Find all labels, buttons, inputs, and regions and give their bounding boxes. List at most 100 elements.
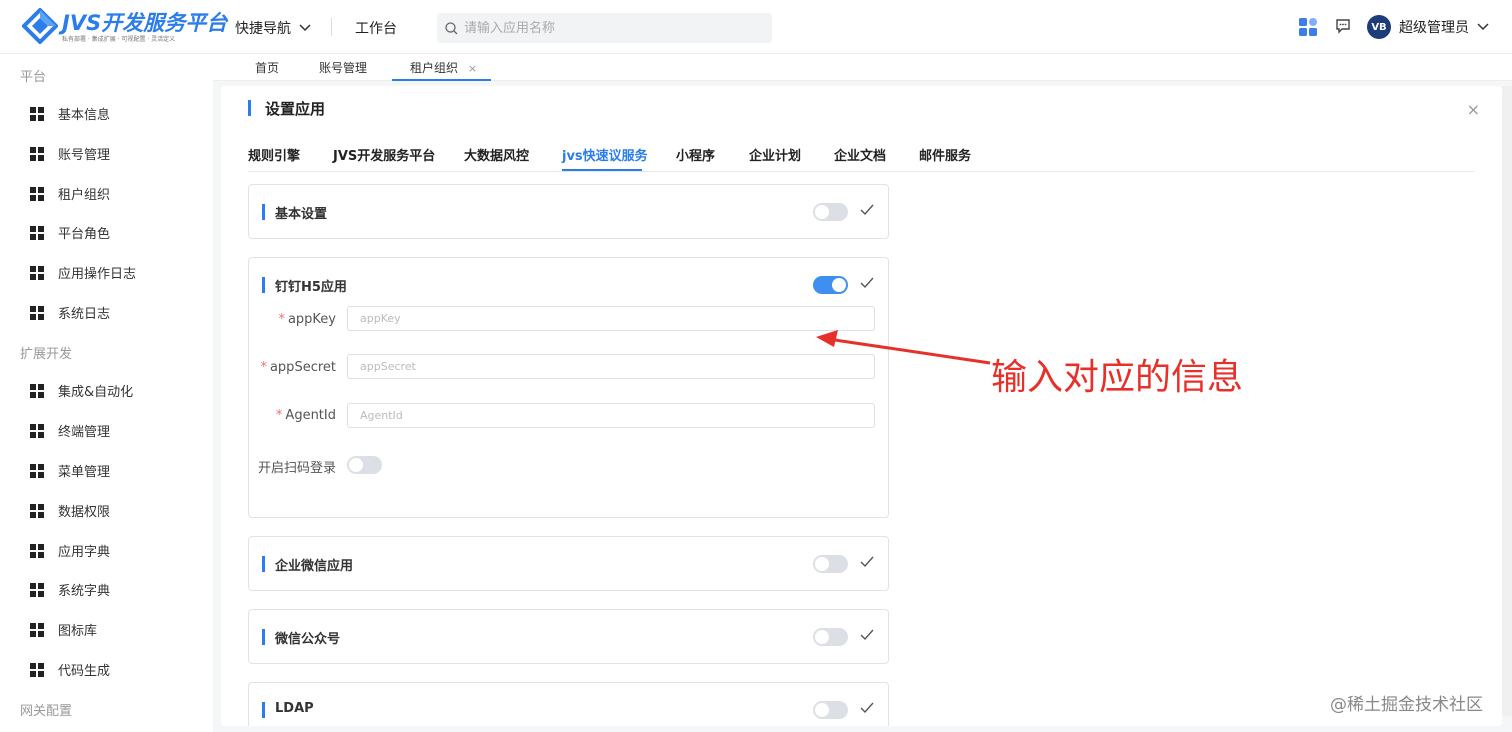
sidebar-item-icon-library[interactable]: 图标库	[30, 620, 97, 639]
sidebar-item-label: 平台角色	[58, 227, 111, 242]
agentid-input[interactable]	[347, 403, 875, 428]
tab-bigdata-risk[interactable]: 大数据风控	[464, 145, 529, 164]
sidebar-item-roles[interactable]: 平台角色	[30, 223, 110, 242]
tab-mini-program[interactable]: 小程序	[676, 145, 715, 164]
user-name: 超级管理员	[1399, 20, 1469, 36]
sidebar-item-label: 系统字典	[58, 584, 111, 599]
tab-rule-engine[interactable]: 规则引擎	[248, 145, 300, 164]
message-icon[interactable]	[1335, 18, 1351, 34]
scan-login-label: 开启扫码登录	[257, 461, 336, 476]
sidebar-item-label: 集成&自动化	[58, 385, 134, 400]
logo-diamond-icon	[22, 8, 58, 44]
sidebar-item-system-log[interactable]: 系统日志	[30, 303, 110, 322]
grid-icon	[30, 543, 44, 558]
sidebar-group-gateway: 网关配置	[20, 704, 73, 719]
tab-enterprise-docs[interactable]: 企业文档	[834, 145, 886, 164]
appkey-label: * appKey	[278, 312, 336, 327]
page-tab-tenant[interactable]: 租户组织 ×	[410, 59, 477, 76]
card-basic-settings: 基本设置	[248, 184, 889, 239]
sidebar-item-data-permission[interactable]: 数据权限	[30, 501, 110, 520]
check-icon[interactable]	[859, 554, 875, 570]
sidebar-item-integration[interactable]: 集成&自动化	[30, 381, 133, 400]
quick-nav-dropdown[interactable]: 快捷导航	[235, 18, 311, 38]
sidebar-item-app-dict[interactable]: 应用字典	[30, 541, 110, 560]
card-wecom: 企业微信应用	[248, 536, 889, 591]
card-title: LDAP	[275, 701, 314, 716]
annotation-arrow-icon	[816, 330, 991, 365]
apps-icon[interactable]	[1298, 17, 1318, 37]
card-accent-bar	[262, 556, 265, 572]
sidebar-item-tenant[interactable]: 租户组织	[30, 184, 110, 203]
tab-enterprise-plan[interactable]: 企业计划	[749, 145, 801, 164]
tab-mail-service[interactable]: 邮件服务	[919, 145, 971, 164]
workbench-link[interactable]: 工作台	[355, 18, 397, 38]
basic-settings-toggle[interactable]	[813, 203, 848, 221]
chevron-down-icon	[1477, 23, 1489, 31]
sidebar-item-account[interactable]: 账号管理	[30, 144, 110, 163]
sidebar-item-app-log[interactable]: 应用操作日志	[30, 263, 136, 282]
card-wechat-mp: 微信公众号	[248, 609, 889, 664]
sidebar-item-label: 终端管理	[58, 425, 111, 440]
appsecret-input[interactable]	[347, 354, 875, 379]
grid-icon	[30, 503, 44, 518]
logo-subtitle: 私有部署 · 集成扩展 · 可视配置 · 灵活定义	[62, 36, 176, 43]
sidebar-item-menu[interactable]: 菜单管理	[30, 461, 110, 480]
sidebar-item-label: 图标库	[58, 624, 98, 639]
sidebar-item-label: 菜单管理	[58, 465, 111, 480]
wecom-toggle[interactable]	[813, 555, 848, 573]
sidebar-item-codegen[interactable]: 代码生成	[30, 660, 110, 679]
scan-login-toggle[interactable]	[347, 456, 382, 474]
logo-title: JVS开发服务平台	[62, 11, 228, 35]
tab-jvs-meeting[interactable]: jvs快速议服务	[562, 145, 648, 164]
check-icon[interactable]	[859, 202, 875, 218]
app-search-input[interactable]	[464, 20, 764, 36]
page-tab-tenant-label: 租户组织	[410, 61, 459, 75]
card-title: 钉钉H5应用	[275, 280, 347, 295]
scrollbar[interactable]	[1502, 86, 1512, 716]
grid-icon	[30, 146, 44, 161]
card-ldap: LDAP	[248, 682, 889, 726]
service-tabs: 规则引擎 JVS开发服务平台 大数据风控 jvs快速议服务 小程序 企业计划 企…	[248, 145, 1474, 172]
page-tab-account[interactable]: 账号管理	[319, 59, 367, 76]
sidebar-item-label: 数据权限	[58, 505, 111, 520]
check-icon[interactable]	[859, 275, 875, 291]
sidebar: 平台 基本信息 账号管理 租户组织 平台角色 应用操作日志 系统日志 扩展开发 …	[0, 54, 213, 732]
annotation-text: 输入对应的信息	[991, 357, 1244, 398]
check-icon[interactable]	[859, 700, 875, 716]
sidebar-item-label: 基本信息	[58, 108, 111, 123]
dingtalk-toggle[interactable]	[813, 276, 848, 294]
sidebar-item-label: 代码生成	[58, 664, 111, 679]
card-accent-bar	[262, 204, 265, 220]
card-accent-bar	[262, 702, 265, 718]
ldap-toggle[interactable]	[813, 701, 848, 719]
page-tab-home[interactable]: 首页	[255, 59, 279, 76]
sidebar-item-label: 应用字典	[58, 545, 111, 560]
active-tab-indicator	[392, 79, 491, 81]
check-icon[interactable]	[859, 627, 875, 643]
app-search	[437, 13, 772, 43]
grid-icon	[30, 582, 44, 597]
grid-icon	[30, 662, 44, 677]
card-accent-bar	[262, 629, 265, 645]
sidebar-item-system-dict[interactable]: 系统字典	[30, 580, 110, 599]
wechat-mp-toggle[interactable]	[813, 628, 848, 646]
card-accent-bar	[262, 277, 265, 293]
sidebar-group-platform: 平台	[20, 70, 47, 85]
settings-panel: 设置应用 × 规则引擎 JVS开发服务平台 大数据风控 jvs快速议服务 小程序…	[221, 86, 1502, 726]
appkey-input[interactable]	[347, 306, 875, 331]
grid-icon	[30, 186, 44, 201]
logo[interactable]: JVS开发服务平台 私有部署 · 集成扩展 · 可视配置 · 灵活定义	[22, 6, 227, 46]
appsecret-label: * appSecret	[260, 360, 336, 375]
sidebar-group-extend: 扩展开发	[20, 347, 73, 362]
close-icon[interactable]: ×	[468, 62, 477, 75]
sidebar-item-basic-info[interactable]: 基本信息	[30, 104, 110, 123]
active-tab-indicator	[562, 169, 642, 171]
tab-jvs-platform[interactable]: JVS开发服务平台	[333, 145, 435, 164]
grid-icon	[30, 265, 44, 280]
chevron-down-icon	[299, 24, 311, 32]
sidebar-item-terminal[interactable]: 终端管理	[30, 421, 110, 440]
close-icon[interactable]: ×	[1467, 100, 1480, 119]
title-accent-bar	[248, 100, 251, 116]
watermark: @稀土掘金技术社区	[1330, 695, 1483, 715]
user-menu[interactable]: VB 超级管理员	[1367, 15, 1489, 39]
